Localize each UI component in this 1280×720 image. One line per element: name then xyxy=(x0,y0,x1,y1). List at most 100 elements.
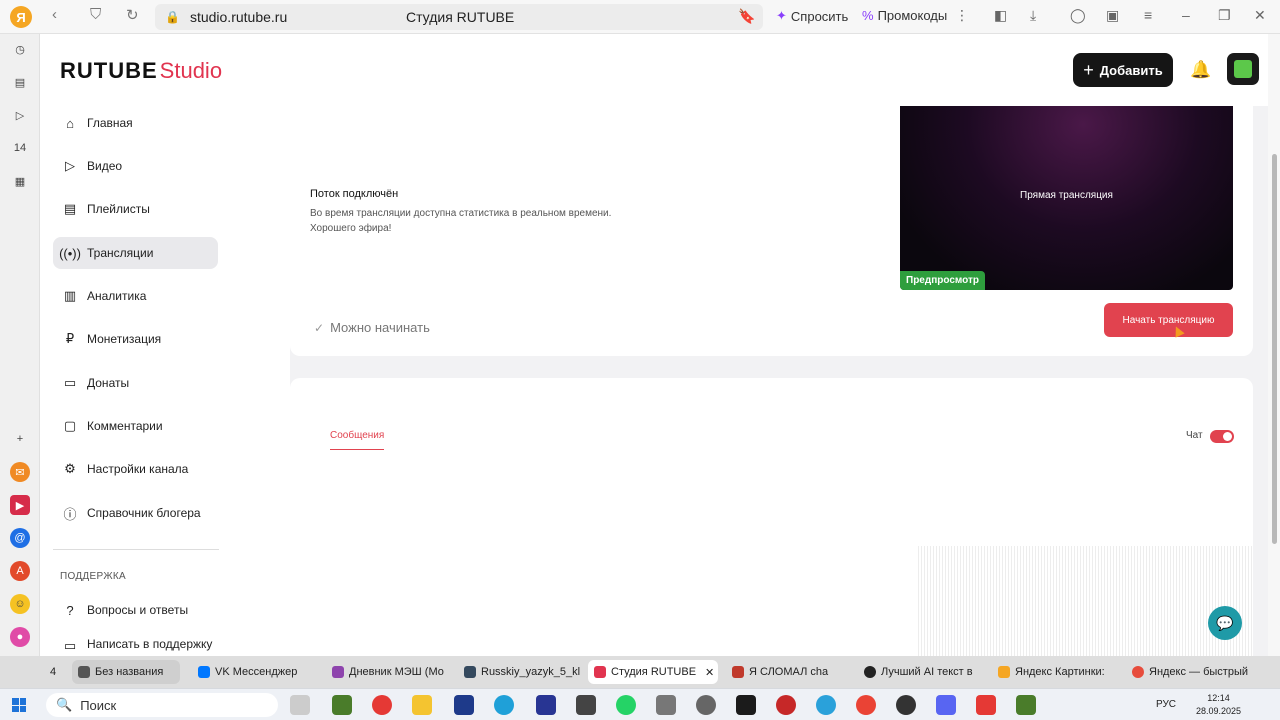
nav-item-playlists[interactable]: ▤ Плейлисты xyxy=(53,193,218,225)
minecraft-icon[interactable] xyxy=(332,695,352,715)
start-broadcast-button[interactable]: Начать трансляцию xyxy=(1104,303,1233,337)
nav-item-home[interactable]: ⌂ Главная xyxy=(53,107,218,139)
tab-favicon xyxy=(1132,666,1144,678)
more-icon[interactable]: ⋮ xyxy=(955,7,969,24)
scroll-thumb[interactable] xyxy=(1272,154,1277,544)
close-icon[interactable]: ✕ xyxy=(1254,7,1266,24)
browser-tab[interactable]: Яндекс Картинки: xyxy=(992,660,1118,684)
at-app-icon[interactable]: @ xyxy=(10,528,30,548)
profile-icon[interactable]: ◯ xyxy=(1070,7,1086,24)
alice-icon[interactable]: ● xyxy=(10,627,30,647)
yandex-icon[interactable] xyxy=(372,695,392,715)
windows-taskbar: 🔍 Поиск 12:14 28.09.2025 РУС xyxy=(0,688,1280,720)
nav-label: Главная xyxy=(87,116,133,130)
yandex-browser-icon[interactable] xyxy=(976,695,996,715)
calendar-icon[interactable]: 14 xyxy=(10,138,30,158)
reload-icon[interactable]: ↻ xyxy=(126,6,139,24)
minecraft-icon[interactable] xyxy=(1016,695,1036,715)
yandex-browser-icon[interactable]: Я xyxy=(10,6,32,28)
nav-item-donations[interactable]: ▭ Донаты xyxy=(53,367,218,399)
nav-label: Справочник блогера xyxy=(87,506,201,520)
toggle-knob xyxy=(1223,432,1232,441)
menu-icon[interactable]: ≡ xyxy=(1144,7,1152,23)
browser-tab[interactable]: VK Мессенджер xyxy=(192,660,316,684)
add-panel-icon[interactable]: + xyxy=(10,429,30,449)
notes-icon[interactable]: ▤ xyxy=(10,72,30,92)
taskbar-search[interactable]: 🔍 Поиск xyxy=(46,693,278,717)
app-icon[interactable] xyxy=(696,695,716,715)
nav-item-monetization[interactable]: ₽ Монетизация xyxy=(53,323,218,355)
bell-icon[interactable]: 🔔 xyxy=(1190,60,1211,80)
browser-tab[interactable]: Я СЛОМАЛ cha xyxy=(726,660,850,684)
support-chat-icon[interactable]: 💬 xyxy=(1208,606,1242,640)
browser-tab[interactable]: Без названия xyxy=(72,660,180,684)
collections-icon[interactable]: ▣ xyxy=(1106,7,1119,24)
download-icon[interactable]: ⤓ xyxy=(1030,7,1036,24)
browser-tab[interactable]: Russkiy_yazyk_5_kl xyxy=(458,660,582,684)
app-l-icon[interactable] xyxy=(454,695,474,715)
nav-item-blogger-guide[interactable]: ⓘ Справочник блогера xyxy=(53,497,218,529)
windows-start-icon[interactable] xyxy=(12,698,26,712)
tab-favicon xyxy=(998,666,1010,678)
ask-label: Спросить xyxy=(790,8,849,24)
play-icon[interactable]: ▷ xyxy=(10,105,30,125)
nav-item-analytics[interactable]: ▥ Аналитика xyxy=(53,280,218,312)
rutube-studio-logo[interactable]: RUTUBEStudio xyxy=(60,58,222,84)
scrollbar[interactable] xyxy=(1268,34,1280,656)
clock[interactable]: 12:14 28.09.2025 xyxy=(1196,692,1241,718)
chrome-icon[interactable] xyxy=(856,695,876,715)
nav-item-comments[interactable]: ▢ Комментарии xyxy=(53,410,218,442)
promo-button[interactable]: % Промокоды xyxy=(862,8,947,23)
browser-tab-active[interactable]: Студия RUTUBE ✕ xyxy=(588,660,718,684)
extensions-icon[interactable]: ◧ xyxy=(994,7,1007,24)
restore-icon[interactable]: ❐ xyxy=(1218,7,1231,24)
nav-divider xyxy=(53,549,219,550)
explorer-icon[interactable] xyxy=(412,695,432,715)
telegram-icon[interactable] xyxy=(816,695,836,715)
minimize-icon[interactable]: – xyxy=(1182,7,1190,23)
wallet-icon: ▭ xyxy=(63,375,77,390)
clock-icon[interactable]: ◷ xyxy=(10,39,30,59)
nav-item-channel-settings[interactable]: ⚙ Настройки канала xyxy=(53,453,218,485)
stream-status-title: Поток подключён xyxy=(310,188,399,200)
camera-icon[interactable] xyxy=(656,695,676,715)
sparkle-icon: ✦ xyxy=(776,8,787,23)
browser-tab[interactable]: Дневник МЭШ (Мо xyxy=(326,660,450,684)
back-icon[interactable]: ‹ xyxy=(52,6,57,23)
chat-toggle[interactable] xyxy=(1210,430,1234,443)
language-indicator[interactable]: РУС xyxy=(1156,699,1176,710)
browser-tab[interactable]: Лучший AI текст в xyxy=(858,660,982,684)
add-button[interactable]: + Добавить xyxy=(1073,53,1173,87)
games-icon[interactable]: ☺ xyxy=(10,594,30,614)
gallery-icon[interactable]: ▦ xyxy=(10,171,30,191)
app-icon[interactable]: A xyxy=(10,561,30,581)
mail-app-icon[interactable]: ✉ xyxy=(10,462,30,482)
info-icon: ⓘ xyxy=(63,506,77,522)
record-icon[interactable] xyxy=(776,695,796,715)
nav-item-video[interactable]: ▷ Видео xyxy=(53,150,218,182)
whatsapp-icon[interactable] xyxy=(616,695,636,715)
nav-item-broadcasts[interactable]: ((•)) Трансляции xyxy=(53,237,218,269)
app-icon[interactable] xyxy=(736,695,756,715)
app-icon[interactable] xyxy=(896,695,916,715)
main-content: Поток подключён Во время трансляции дост… xyxy=(290,106,1268,656)
ask-button[interactable]: ✦ Спросить xyxy=(776,8,848,24)
tab-close-icon[interactable]: ✕ xyxy=(705,666,714,679)
shield-icon[interactable]: ⛉ xyxy=(90,6,101,23)
task-view-icon[interactable] xyxy=(290,695,310,715)
browser-tab[interactable]: Яндекс — быстрый xyxy=(1126,660,1252,684)
search-icon: 🔍 xyxy=(56,697,73,712)
bookmark-icon[interactable]: 🔖 xyxy=(738,8,755,25)
nav-item-contact-support[interactable]: ▭ Написать в поддержку xyxy=(53,637,218,656)
media-app-icon[interactable]: ▶ xyxy=(10,495,30,515)
app-shield-icon[interactable] xyxy=(536,695,556,715)
tab-messages[interactable]: Сообщения xyxy=(330,430,385,450)
edge-icon[interactable] xyxy=(494,695,514,715)
avatar[interactable] xyxy=(1227,53,1259,85)
discord-icon[interactable] xyxy=(936,695,956,715)
tab-group-count[interactable]: 4 xyxy=(44,660,72,684)
app-icon[interactable] xyxy=(576,695,596,715)
nav-item-faq[interactable]: ? Вопросы и ответы xyxy=(53,594,218,626)
message-icon: ▭ xyxy=(63,638,77,653)
stream-preview[interactable]: Прямая трансляция xyxy=(900,106,1233,290)
